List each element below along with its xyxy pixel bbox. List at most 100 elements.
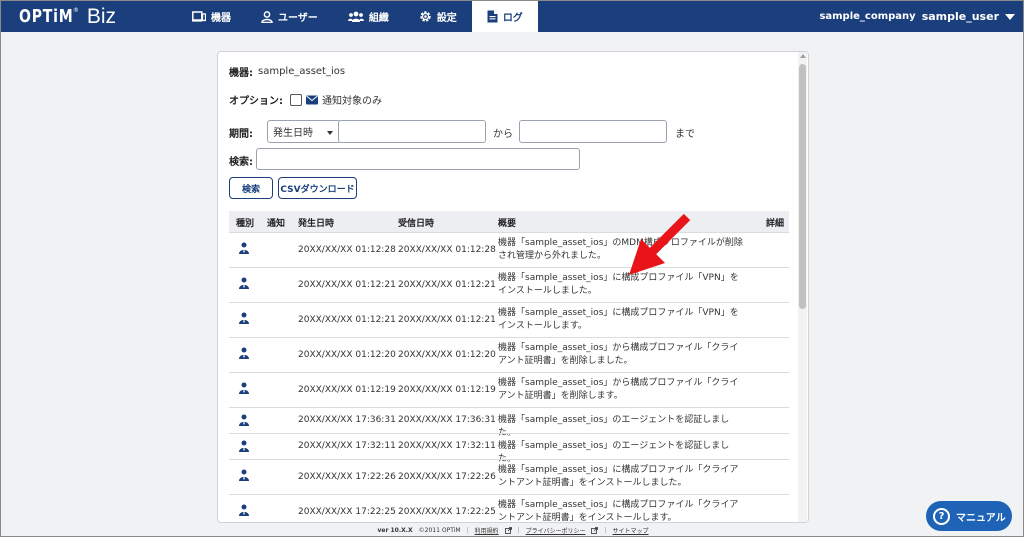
summary-cell: 機器「sample_asset_ios」から構成プロファイル「クライアント証明書… — [498, 378, 739, 401]
table-row[interactable]: 20XX/XX/XX 01:12:19 20XX/XX/XX 01:12:19 機器… — [229, 372, 789, 407]
log-panel: 機器: sample_asset_ios オプション: 通知対象のみ 期間: 発… — [217, 51, 809, 523]
nav-organization[interactable]: 組織 — [333, 1, 404, 32]
user-type-icon — [239, 414, 249, 426]
app-frame: OPTiM ® Biz 機器 ユーザー 組織 設定 ログ sample_comp… — [0, 0, 1024, 537]
table-body: 20XX/XX/XX 01:12:28 20XX/XX/XX 01:12:28 機器… — [229, 232, 789, 523]
logo-product: Biz — [86, 4, 117, 28]
envelope-icon — [306, 95, 318, 105]
logo-brand: OPTiM — [19, 6, 74, 27]
nav-log[interactable]: ログ — [471, 1, 538, 32]
table-row[interactable]: 20XX/XX/XX 01:12:21 20XX/XX/XX 01:12:21 機器… — [229, 302, 789, 337]
chevron-down-icon — [1005, 14, 1015, 20]
received-cell: 20XX/XX/XX 01:12:19 — [398, 385, 496, 395]
from-text: から — [493, 129, 513, 140]
summary-cell: 機器「sample_asset_ios」に構成プロファイル「クライアントアント証… — [498, 500, 739, 523]
user-type-icon — [239, 277, 249, 289]
manual-label: マニュアル — [956, 512, 1006, 524]
help-question-icon: ? — [933, 507, 950, 525]
log-document-icon — [487, 10, 498, 23]
summary-cell: 機器「sample_asset_ios」に構成プロファイル「VPN」をインストー… — [498, 308, 739, 331]
received-cell: 20XX/XX/XX 01:12:20 — [398, 350, 496, 360]
nav-devices-label: 機器 — [211, 13, 231, 24]
top-navigation-bar: OPTiM ® Biz 機器 ユーザー 組織 設定 ログ sample_comp… — [1, 1, 1023, 32]
log-table: 種別 通知 発生日時 受信日時 概要 詳細 20XX/XX/XX 01:12:2… — [229, 211, 789, 523]
csv-download-button[interactable]: CSVダウンロード — [278, 177, 357, 199]
occurred-cell: 20XX/XX/XX 01:12:21 — [298, 280, 396, 290]
occurred-cell: 20XX/XX/XX 01:12:21 — [298, 315, 396, 325]
privacy-link[interactable]: プライバシーポリシー — [526, 526, 586, 535]
gear-icon — [419, 10, 432, 23]
occurred-cell: 20XX/XX/XX 17:36:31 — [298, 415, 396, 425]
nav-log-label: ログ — [502, 13, 523, 24]
col-notify: 通知 — [267, 219, 286, 229]
period-type-value: 発生日時 — [273, 128, 313, 139]
search-label: 検索: — [229, 157, 253, 168]
device-value: sample_asset_ios — [258, 66, 346, 77]
table-row[interactable]: 20XX/XX/XX 01:12:28 20XX/XX/XX 01:12:28 機器… — [229, 232, 789, 267]
user-icon — [261, 10, 273, 23]
received-cell: 20XX/XX/XX 17:22:26 — [398, 472, 496, 482]
option-label: オプション: — [229, 96, 283, 107]
summary-cell: 機器「sample_asset_ios」のMDM構成プロファイルが削除され管理か… — [498, 238, 743, 261]
option-row: オプション: 通知対象のみ — [229, 92, 382, 107]
period-to-input[interactable] — [519, 120, 667, 143]
chevron-down-icon — [327, 131, 333, 135]
user-name: sample_user — [921, 10, 999, 23]
nav-settings[interactable]: 設定 — [404, 1, 472, 32]
period-row: 期間: 発生日時 から まで — [229, 120, 799, 143]
user-type-icon — [239, 469, 249, 481]
received-cell: 20XX/XX/XX 01:12:28 — [398, 245, 496, 255]
to-text: まで — [675, 129, 695, 140]
period-type-select[interactable]: 発生日時 — [267, 120, 341, 143]
table-row[interactable]: 20XX/XX/XX 17:32:11 20XX/XX/XX 17:32:11 機器… — [229, 433, 789, 464]
footer: ver 10.X.X ©2011 OPTiM | 利用規約 | プライバシーポリ… — [1, 523, 1023, 536]
occurred-cell: 20XX/XX/XX 01:12:19 — [298, 385, 396, 395]
external-link-icon — [591, 527, 599, 534]
manual-button[interactable]: ? マニュアル — [926, 501, 1012, 531]
footer-divider: | — [517, 527, 520, 534]
sitemap-link[interactable]: サイトマップ — [613, 526, 649, 535]
col-occurred: 発生日時 — [298, 219, 335, 229]
terms-link[interactable]: 利用規約 — [475, 526, 499, 535]
nav-users[interactable]: ユーザー — [246, 1, 333, 32]
occurred-cell: 20XX/XX/XX 17:32:11 — [298, 441, 396, 451]
table-row[interactable]: 20XX/XX/XX 01:12:20 20XX/XX/XX 01:12:20 機器… — [229, 337, 789, 372]
occurred-cell: 20XX/XX/XX 17:22:25 — [298, 507, 396, 517]
received-cell: 20XX/XX/XX 17:32:11 — [398, 441, 496, 451]
user-type-icon — [239, 242, 249, 254]
occurred-cell: 20XX/XX/XX 17:22:26 — [298, 472, 396, 482]
occurred-cell: 20XX/XX/XX 01:12:20 — [298, 350, 396, 360]
notify-only-label: 通知対象のみ — [322, 96, 382, 107]
organization-icon — [347, 11, 364, 22]
version-text: ver 10.X.X — [377, 527, 413, 534]
table-header: 種別 通知 発生日時 受信日時 概要 詳細 — [229, 211, 789, 232]
search-input[interactable] — [256, 148, 580, 170]
scrollbar-thumb[interactable] — [799, 64, 806, 309]
table-row[interactable]: 20XX/XX/XX 17:22:26 20XX/XX/XX 17:22:26 機器… — [229, 459, 789, 494]
logo-trademark: ® — [72, 7, 79, 14]
external-link-icon — [504, 527, 512, 534]
search-button[interactable]: 検索 — [229, 177, 273, 199]
period-from-input[interactable] — [338, 120, 486, 143]
nav-organization-label: 組織 — [368, 13, 389, 24]
scroll-up-icon[interactable] — [800, 54, 806, 58]
col-summary: 概要 — [498, 219, 517, 229]
occurred-cell: 20XX/XX/XX 01:12:28 — [298, 245, 396, 255]
account-menu[interactable]: sample_company sample_user — [819, 1, 1015, 32]
summary-cell: 機器「sample_asset_ios」から構成プロファイル「クライアント証明書… — [498, 343, 739, 366]
summary-cell: 機器「sample_asset_ios」に構成プロファイル「VPN」をインストー… — [498, 273, 739, 296]
company-name: sample_company — [819, 11, 916, 22]
user-type-icon — [239, 347, 249, 359]
table-row[interactable]: 20XX/XX/XX 17:22:25 20XX/XX/XX 17:22:25 機器… — [229, 494, 789, 523]
table-row[interactable]: 20XX/XX/XX 17:36:31 20XX/XX/XX 17:36:31 機器… — [229, 407, 789, 438]
footer-divider: | — [466, 527, 469, 534]
table-row[interactable]: 20XX/XX/XX 01:12:21 20XX/XX/XX 01:12:21 機器… — [229, 267, 789, 302]
optim-biz-logo[interactable]: OPTiM ® Biz — [19, 5, 116, 28]
nav-devices[interactable]: 機器 — [177, 1, 246, 32]
notify-only-checkbox[interactable] — [290, 93, 302, 106]
copyright-text: ©2011 OPTiM — [418, 527, 461, 534]
device-icon — [192, 11, 206, 22]
device-row: 機器: sample_asset_ios — [229, 64, 345, 79]
col-detail: 詳細 — [766, 219, 785, 229]
device-label: 機器: — [229, 68, 253, 79]
